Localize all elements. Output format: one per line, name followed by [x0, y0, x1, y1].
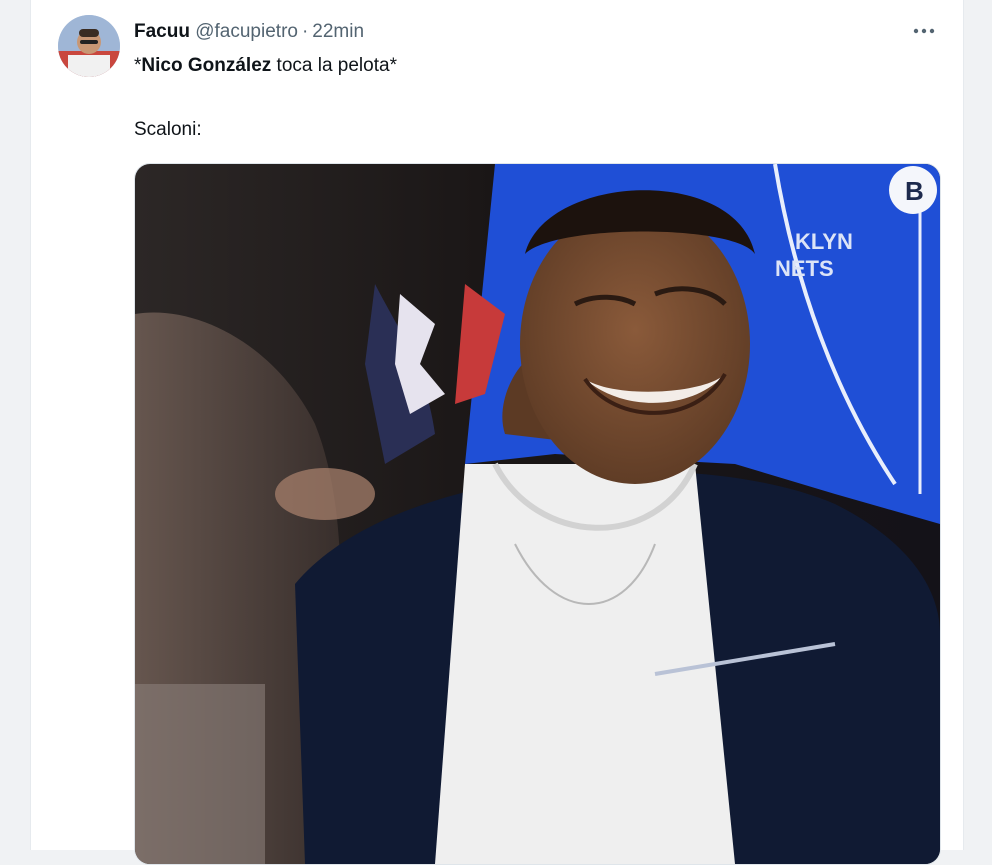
- media-image: B KLYN NETS: [135, 164, 940, 864]
- tweet-text-line-2: Scaloni:: [134, 119, 202, 140]
- tweet-timestamp[interactable]: 22min: [312, 21, 364, 42]
- author-display-name[interactable]: Facuu: [134, 21, 190, 42]
- text-bold-name: Nico González: [141, 55, 272, 76]
- jersey-text-1: KLYN: [795, 229, 853, 254]
- tweet-text-line-1: *Nico González toca la pelota*: [134, 54, 397, 78]
- tweet-media[interactable]: B KLYN NETS: [134, 163, 941, 865]
- tweet-card[interactable]: Facuu @facupietro · 22min *Nico González t…: [30, 0, 964, 865]
- more-options-button[interactable]: [909, 19, 939, 43]
- header-separator: ·: [301, 21, 309, 42]
- text-rest: toca la pelota*: [271, 55, 397, 76]
- tweet-header: Facuu @facupietro · 22min: [134, 21, 364, 43]
- avatar[interactable]: [58, 15, 120, 77]
- more-dots-icon: [913, 28, 935, 34]
- jersey-text-2: NETS: [775, 256, 834, 281]
- avatar-image: [58, 15, 120, 77]
- author-handle[interactable]: @facupietro: [195, 21, 298, 42]
- svg-text:B: B: [905, 176, 924, 206]
